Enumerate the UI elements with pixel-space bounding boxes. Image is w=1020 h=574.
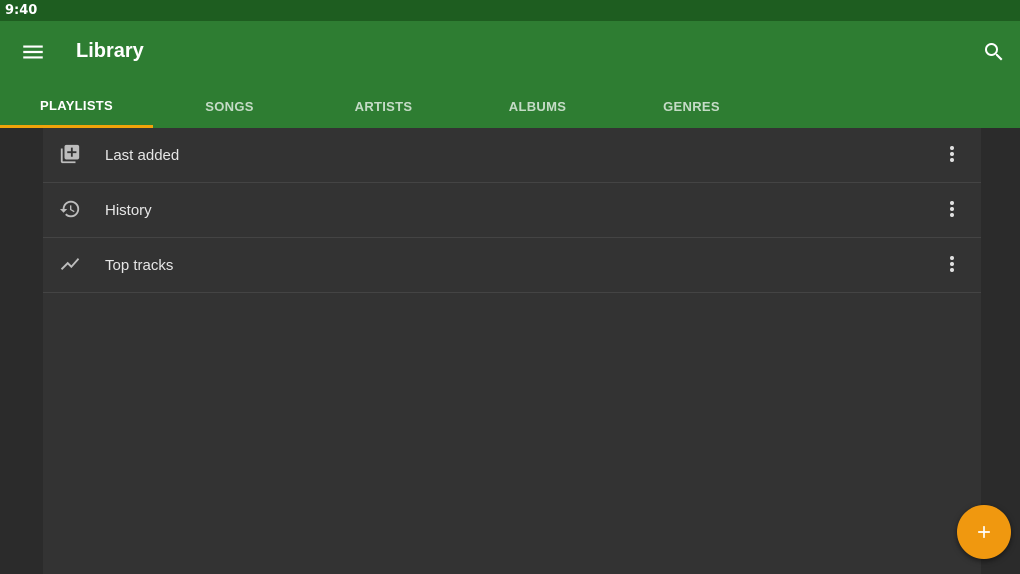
playlist-label: Top tracks xyxy=(105,257,174,274)
history-icon xyxy=(59,198,81,220)
more-options-icon[interactable] xyxy=(940,197,964,221)
add-icon xyxy=(978,526,990,538)
tab-playlists[interactable]: PLAYLISTS xyxy=(0,85,153,128)
trending-up-icon xyxy=(59,253,81,275)
app-bar: Library PLAYLISTS SONGS ARTISTS ALBUMS G… xyxy=(0,21,1020,128)
playlist-add-icon xyxy=(59,143,81,165)
search-icon[interactable] xyxy=(982,40,1006,64)
playlist-row-history[interactable]: History xyxy=(43,183,981,238)
tab-genres[interactable]: GENRES xyxy=(615,85,768,128)
status-time: 9:40 xyxy=(5,3,38,18)
add-playlist-button[interactable] xyxy=(957,505,1011,559)
page-title: Library xyxy=(76,40,144,62)
tab-albums[interactable]: ALBUMS xyxy=(461,85,614,128)
more-options-icon[interactable] xyxy=(940,142,964,166)
menu-icon[interactable] xyxy=(20,39,46,65)
status-bar: 9:40 xyxy=(0,0,1020,21)
more-options-icon[interactable] xyxy=(940,252,964,276)
playlist-label: Last added xyxy=(105,147,180,164)
playlist-list: Last added History Top tracks xyxy=(43,128,981,574)
playlist-label: History xyxy=(105,202,152,219)
playlist-row-top-tracks[interactable]: Top tracks xyxy=(43,238,981,293)
tab-songs[interactable]: SONGS xyxy=(153,85,306,128)
tab-bar: PLAYLISTS SONGS ARTISTS ALBUMS GENRES xyxy=(0,85,1020,128)
playlist-row-last-added[interactable]: Last added xyxy=(43,128,981,183)
tab-artists[interactable]: ARTISTS xyxy=(307,85,460,128)
